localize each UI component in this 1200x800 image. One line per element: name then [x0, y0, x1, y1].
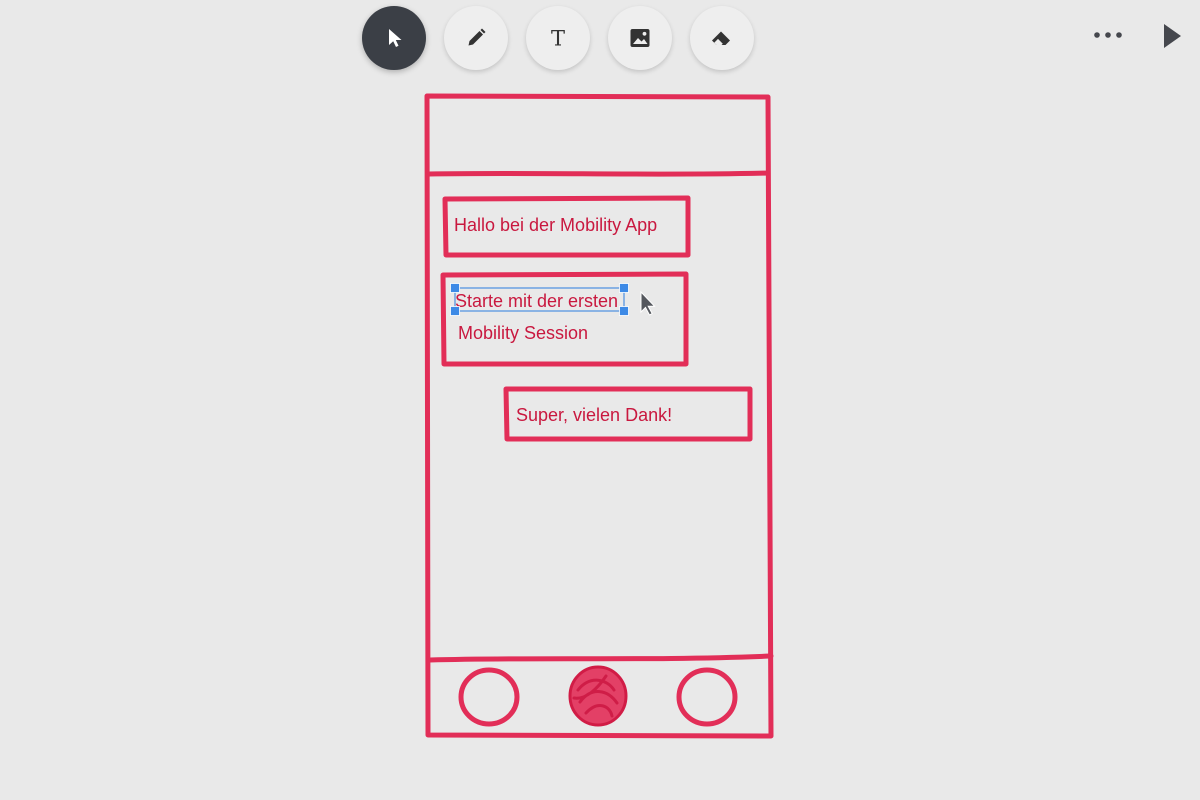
message-reply-text: Super, vielen Dank! — [516, 405, 672, 425]
footer-divider — [427, 653, 774, 663]
selection-handle-bottom-left[interactable] — [450, 306, 460, 316]
nav-circle-center[interactable] — [568, 665, 628, 727]
mouse-cursor-icon — [640, 290, 656, 316]
message-start-line-1[interactable]: Starte mit der ersten — [455, 291, 618, 311]
selection-handle-top-left[interactable] — [450, 283, 460, 293]
wireframe-canvas[interactable]: Hallo bei der Mobility App Starte mit de… — [0, 0, 1200, 800]
selection-handle-bottom-right[interactable] — [619, 306, 629, 316]
message-start-line-2: Mobility Session — [458, 323, 588, 343]
nav-circle-right[interactable] — [676, 667, 738, 727]
selection-handle-top-right[interactable] — [619, 283, 629, 293]
nav-circle-left[interactable] — [458, 667, 520, 727]
message-welcome-text: Hallo bei der Mobility App — [454, 215, 657, 235]
header-divider — [426, 170, 771, 177]
